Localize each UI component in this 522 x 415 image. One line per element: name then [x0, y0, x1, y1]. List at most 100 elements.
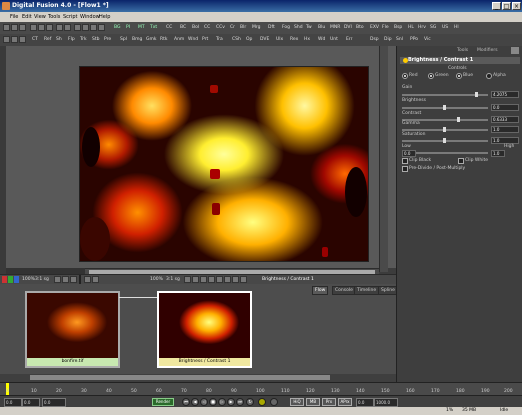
go-end-icon[interactable]: ⏭	[236, 398, 244, 406]
subview-field[interactable]: 3:1 sg	[166, 276, 180, 283]
viewer-option-icon[interactable]	[92, 276, 99, 283]
new-file-icon[interactable]	[3, 24, 10, 31]
toolbar-button[interactable]: Gmk	[146, 36, 156, 44]
blue-checkbox[interactable]	[456, 73, 462, 79]
toolbar-button[interactable]: Op	[246, 36, 252, 44]
toolbar-button[interactable]: Pre	[104, 36, 111, 44]
clip-black-checkbox[interactable]	[402, 158, 408, 164]
toolbar-button[interactable]: Flp	[68, 36, 75, 44]
toolbar-button[interactable]: Dft	[268, 24, 275, 32]
toolbar-button[interactable]: MT	[138, 24, 145, 32]
tool-icon[interactable]	[90, 24, 97, 31]
tool-icon[interactable]	[98, 24, 105, 31]
global-start-field[interactable]: 0.0	[4, 398, 22, 407]
menu-window[interactable]: Window	[80, 14, 100, 20]
viewer-option-icon[interactable]	[192, 276, 199, 283]
toolbar-button[interactable]: Bsp	[394, 24, 402, 32]
tab-flow[interactable]: Flow	[312, 286, 329, 295]
red-channel-icon[interactable]	[2, 276, 7, 283]
hiq-button[interactable]: HiQ	[290, 398, 304, 406]
toolbar-button[interactable]: CT	[32, 36, 38, 44]
current-time-field[interactable]: 0.0	[42, 398, 66, 407]
toolbar-button[interactable]: Blu	[318, 24, 325, 32]
gain-slider-knob[interactable]	[475, 92, 478, 97]
toolbar-button[interactable]: Prt	[202, 36, 208, 44]
viewer-option-icon[interactable]	[84, 276, 91, 283]
render-end-field[interactable]: 0.0	[356, 398, 374, 407]
toolbar-button[interactable]: Bol	[192, 24, 199, 32]
menu-file[interactable]: File	[10, 14, 18, 20]
toolbar-button[interactable]: US	[442, 24, 448, 32]
low-high-range-slider[interactable]	[416, 152, 488, 154]
toolbar-button[interactable]: Anm	[174, 36, 184, 44]
toolbar-button[interactable]: Rex	[290, 36, 298, 44]
toolbar-button[interactable]: Dsp	[370, 36, 379, 44]
global-end-field[interactable]: 1000.0	[374, 398, 398, 407]
render-start-field[interactable]: 0.0	[22, 398, 40, 407]
brightness-value[interactable]: 0.0	[491, 104, 519, 111]
toolbar-button[interactable]: DVE	[260, 36, 269, 44]
toolbar-button[interactable]: Sh	[56, 36, 62, 44]
red-checkbox[interactable]	[402, 73, 408, 79]
viewer-vertical-scrollbar[interactable]	[379, 46, 388, 272]
toolbar-button[interactable]: Txt	[150, 24, 157, 32]
toolbar-button[interactable]: Ulx	[276, 36, 283, 44]
viewer-option-icon[interactable]	[240, 276, 247, 283]
toolbar-button[interactable]: CC	[166, 24, 172, 32]
step-forward-icon[interactable]: ▶	[227, 398, 235, 406]
saturation-value[interactable]: 1.0	[491, 137, 519, 144]
flow-node-brightness-contrast[interactable]: Brightness / Contrast 1	[157, 291, 252, 368]
toolbar-button[interactable]: PPo	[410, 36, 418, 44]
toolbar-button[interactable]: BC	[180, 24, 186, 32]
toolbar-button[interactable]: Vic	[424, 36, 431, 44]
toolbar-button[interactable]: Fle	[382, 24, 389, 32]
zoom-field[interactable]: 100%	[150, 276, 163, 283]
close-button[interactable]: ×	[512, 2, 521, 10]
toolbar-button[interactable]: Hx	[304, 36, 310, 44]
audio-icon[interactable]	[258, 398, 266, 406]
saturation-slider-knob[interactable]	[443, 138, 446, 143]
cut-icon[interactable]	[30, 24, 37, 31]
toolbar-button[interactable]: Rtk	[160, 36, 168, 44]
viewer-option-icon[interactable]	[216, 276, 223, 283]
viewer-option-icon[interactable]	[224, 276, 231, 283]
loop-icon[interactable]: ↻	[246, 398, 254, 406]
toolbar-button[interactable]: Bmg	[132, 36, 142, 44]
go-start-icon[interactable]: ⏮	[182, 398, 190, 406]
pre-divide-checkbox[interactable]	[402, 166, 408, 172]
stop-icon[interactable]: ■	[209, 398, 217, 406]
contrast-value[interactable]: 0.6333	[491, 116, 519, 123]
menu-script[interactable]: Script	[63, 14, 78, 20]
tool-icon[interactable]	[82, 24, 89, 31]
delete-icon[interactable]	[74, 24, 81, 31]
toolbar-button[interactable]: Mrg	[252, 24, 261, 32]
tab-spline[interactable]: Spline	[378, 286, 398, 295]
toolbar-button[interactable]: Ref	[44, 36, 51, 44]
copy-icon[interactable]	[38, 24, 45, 31]
green-checkbox[interactable]	[428, 73, 434, 79]
menu-edit[interactable]: Edit	[22, 14, 32, 20]
toolbar-button[interactable]: CC	[204, 24, 210, 32]
toolbar-button[interactable]: SG	[430, 24, 436, 32]
prx-button[interactable]: Prx	[322, 398, 336, 406]
viewer-option-icon[interactable]	[208, 276, 215, 283]
tab-timeline[interactable]: Timeline	[354, 286, 380, 295]
viewer-option-icon[interactable]	[184, 276, 191, 283]
viewer-option-icon[interactable]	[54, 276, 61, 283]
blue-channel-icon[interactable]	[14, 276, 19, 283]
clip-white-checkbox[interactable]	[458, 158, 464, 164]
toolbar-button[interactable]: Tw	[306, 24, 312, 32]
low-value[interactable]: 0.0	[402, 150, 416, 157]
alpha-checkbox[interactable]	[486, 73, 492, 79]
zoom-field[interactable]: 100%	[22, 276, 35, 283]
toolbar-button[interactable]: Trk	[80, 36, 87, 44]
contrast-slider-knob[interactable]	[457, 117, 460, 122]
render-button[interactable]: Render	[152, 398, 174, 406]
toolbar-button[interactable]: Bto	[356, 24, 364, 32]
gamma-value[interactable]: 1.0	[491, 126, 519, 133]
toolbar-button[interactable]: Hl	[454, 24, 459, 32]
paste-icon[interactable]	[46, 24, 53, 31]
tool-icon[interactable]	[3, 36, 10, 43]
toolbar-button[interactable]: Cr	[230, 24, 235, 32]
high-value[interactable]: 1.0	[491, 150, 505, 157]
